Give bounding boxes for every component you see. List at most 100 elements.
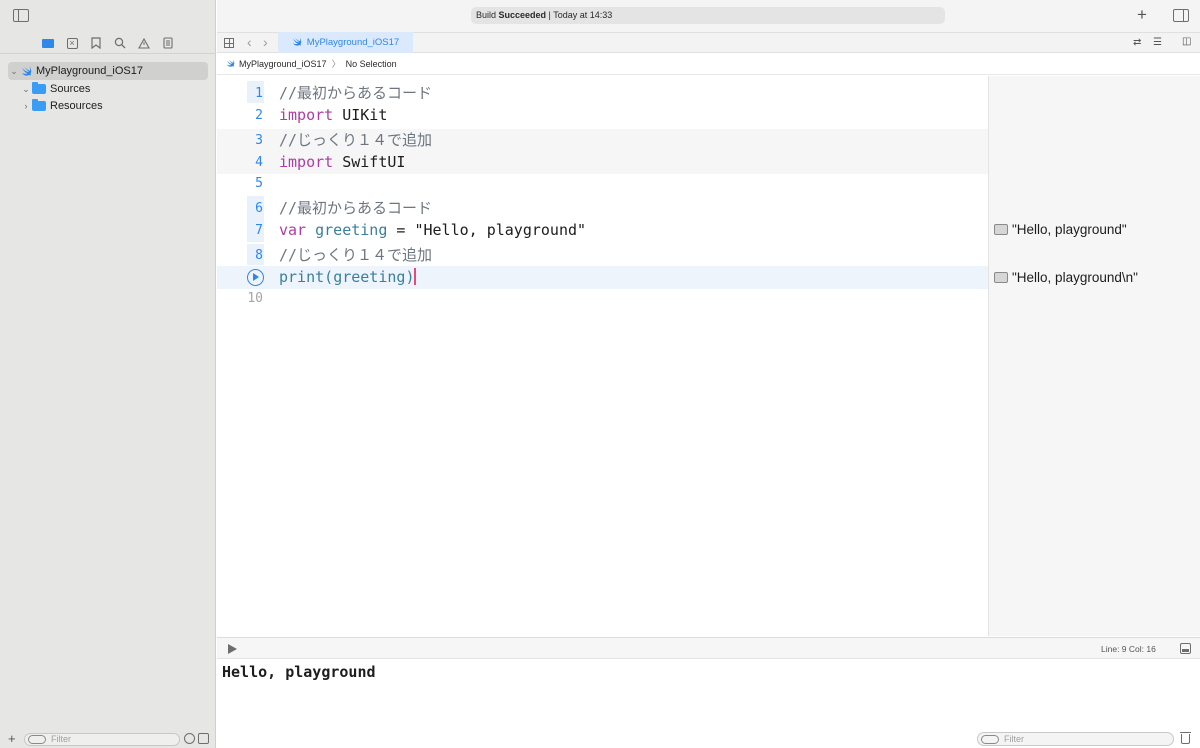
code-comment: //じっくり１４で追加 bbox=[279, 131, 433, 149]
code-comment: //最初からあるコード bbox=[279, 199, 433, 217]
code-line[interactable]: 1 //最初からあるコード bbox=[217, 82, 988, 105]
code-identifier: SwiftUI bbox=[333, 153, 406, 171]
filter-placeholder: Filter bbox=[51, 734, 71, 744]
status-result: Succeeded bbox=[498, 10, 547, 20]
results-sidebar bbox=[988, 76, 1200, 636]
code-line[interactable]: 10 bbox=[217, 287, 988, 310]
line-number: 1 bbox=[255, 86, 263, 101]
code-line[interactable]: 2 import UIKit bbox=[217, 104, 988, 127]
line-number: 2 bbox=[255, 108, 263, 123]
line-number: 7 bbox=[255, 223, 263, 238]
navigator-footer: + Filter bbox=[0, 731, 216, 748]
code-line[interactable]: 8 //じっくり１４で追加 bbox=[217, 244, 988, 267]
tree-item-project[interactable]: ⌄ MyPlayground_iOS17 bbox=[8, 62, 208, 80]
chevron-right-icon[interactable]: › bbox=[20, 101, 32, 111]
result-value: "Hello, playground" bbox=[1012, 221, 1127, 237]
code-variable: greeting bbox=[333, 268, 406, 286]
tree-item-resources[interactable]: › Resources bbox=[20, 97, 208, 115]
related-items-icon[interactable] bbox=[224, 38, 234, 48]
tree-item-sources[interactable]: ⌄ Sources bbox=[20, 80, 208, 98]
code-text: import SwiftUI bbox=[279, 151, 405, 174]
recent-files-icon[interactable] bbox=[184, 733, 195, 744]
toolbar: Build Succeeded | Today at 14:33 + bbox=[217, 0, 1200, 32]
filter-options-icon[interactable] bbox=[981, 735, 999, 744]
chevron-down-icon[interactable]: ⌄ bbox=[20, 84, 32, 95]
swift-icon bbox=[20, 66, 32, 77]
tree-item-label: Resources bbox=[50, 100, 103, 112]
source-control-filter-icon[interactable] bbox=[198, 733, 209, 744]
console-output: Hello, playground bbox=[222, 663, 376, 681]
folder-icon[interactable] bbox=[40, 35, 56, 51]
code-review-icon[interactable]: ⇄ bbox=[1133, 37, 1141, 48]
tree-item-label: MyPlayground_iOS17 bbox=[36, 65, 144, 77]
code-string: = "Hello, playground" bbox=[387, 221, 587, 239]
chevron-down-icon[interactable]: ⌄ bbox=[8, 66, 20, 77]
line-number: 8 bbox=[255, 248, 263, 263]
code-comment: //じっくり１４で追加 bbox=[279, 246, 433, 264]
tab-label: MyPlayground_iOS17 bbox=[306, 37, 400, 48]
folder-icon bbox=[32, 82, 46, 94]
code-text: var greeting = "Hello, playground" bbox=[279, 219, 586, 242]
editor-tab-bar: ‹ › MyPlayground_iOS17 ⇄ ☰ ◫ bbox=[217, 32, 1200, 53]
run-to-line-icon[interactable] bbox=[247, 269, 264, 286]
code-variable: greeting bbox=[315, 221, 388, 239]
back-icon[interactable]: ‹ bbox=[247, 34, 252, 50]
line-number: 3 bbox=[255, 133, 263, 148]
run-playground-icon[interactable] bbox=[228, 644, 237, 654]
status-prefix: Build bbox=[476, 10, 499, 20]
console-area[interactable]: Hello, playground Filter bbox=[217, 660, 1200, 748]
quick-look-icon[interactable] bbox=[994, 223, 1008, 235]
code-text: print(greeting) bbox=[279, 266, 416, 289]
folder-icon bbox=[32, 99, 46, 111]
issue-icon[interactable] bbox=[136, 35, 152, 51]
code-line[interactable]: 6 //最初からあるコード bbox=[217, 197, 988, 220]
add-editor-icon[interactable]: ◫ bbox=[1182, 36, 1191, 47]
code-paren: ) bbox=[405, 268, 415, 286]
filter-placeholder: Filter bbox=[1004, 734, 1024, 744]
breadcrumb-separator-icon: 〉 bbox=[331, 58, 341, 69]
tree-item-label: Sources bbox=[50, 83, 91, 95]
code-line[interactable]: 5 bbox=[217, 172, 988, 195]
result-line-7[interactable]: "Hello, playground" bbox=[994, 221, 1127, 237]
hide-debug-area-icon[interactable] bbox=[1180, 643, 1191, 654]
result-line-9[interactable]: "Hello, playground\n" bbox=[994, 269, 1138, 285]
editor-options-icon[interactable]: ☰ bbox=[1153, 37, 1162, 48]
navigator-filter-field[interactable]: Filter bbox=[24, 733, 180, 746]
navigator-sidebar: × ⌄ MyPlayground_iOS17 ⌄ Sources › Resou… bbox=[0, 0, 216, 748]
bookmark-icon[interactable] bbox=[88, 35, 104, 51]
code-text: import UIKit bbox=[279, 104, 387, 127]
code-line[interactable]: 3 //じっくり１４で追加 bbox=[217, 129, 988, 152]
status-time: | Today at 14:33 bbox=[546, 10, 613, 20]
source-control-icon[interactable]: × bbox=[64, 35, 80, 51]
inspector-toggle-icon[interactable] bbox=[1173, 9, 1189, 22]
add-icon[interactable]: + bbox=[8, 731, 16, 746]
line-number: 6 bbox=[255, 201, 263, 216]
console-filter-field[interactable]: Filter bbox=[977, 732, 1174, 746]
trash-icon[interactable] bbox=[1180, 732, 1191, 744]
quick-look-icon[interactable] bbox=[994, 271, 1008, 283]
plus-icon[interactable]: + bbox=[1137, 5, 1147, 25]
report-icon[interactable] bbox=[160, 35, 176, 51]
code-line[interactable]: 4 import SwiftUI bbox=[217, 151, 988, 174]
navigator-tabs: × bbox=[0, 32, 216, 54]
sidebar-toggle-icon[interactable] bbox=[13, 9, 29, 22]
code-keyword: import bbox=[279, 106, 334, 124]
breadcrumb-file[interactable]: MyPlayground_iOS17 bbox=[239, 54, 327, 75]
result-value: "Hello, playground\n" bbox=[1012, 269, 1138, 285]
search-icon[interactable] bbox=[112, 35, 128, 51]
code-comment: //最初からあるコード bbox=[279, 84, 433, 102]
breadcrumb-selection[interactable]: No Selection bbox=[346, 54, 397, 75]
jump-bar: MyPlayground_iOS17 〉 No Selection bbox=[217, 54, 1200, 75]
navigator-header bbox=[0, 0, 216, 32]
filter-options-icon[interactable] bbox=[28, 735, 46, 744]
swift-icon bbox=[292, 36, 302, 49]
code-line[interactable]: 7 var greeting = "Hello, playground" bbox=[217, 219, 988, 242]
code-function: print( bbox=[279, 268, 334, 286]
activity-status: Build Succeeded | Today at 14:33 bbox=[471, 7, 945, 24]
code-keyword: import bbox=[279, 153, 334, 171]
forward-icon[interactable]: › bbox=[263, 34, 268, 50]
swift-icon bbox=[226, 54, 235, 75]
code-line-current[interactable]: print(greeting) bbox=[217, 266, 988, 289]
line-number: 4 bbox=[255, 155, 263, 170]
tab-playground[interactable]: MyPlayground_iOS17 bbox=[278, 32, 413, 53]
